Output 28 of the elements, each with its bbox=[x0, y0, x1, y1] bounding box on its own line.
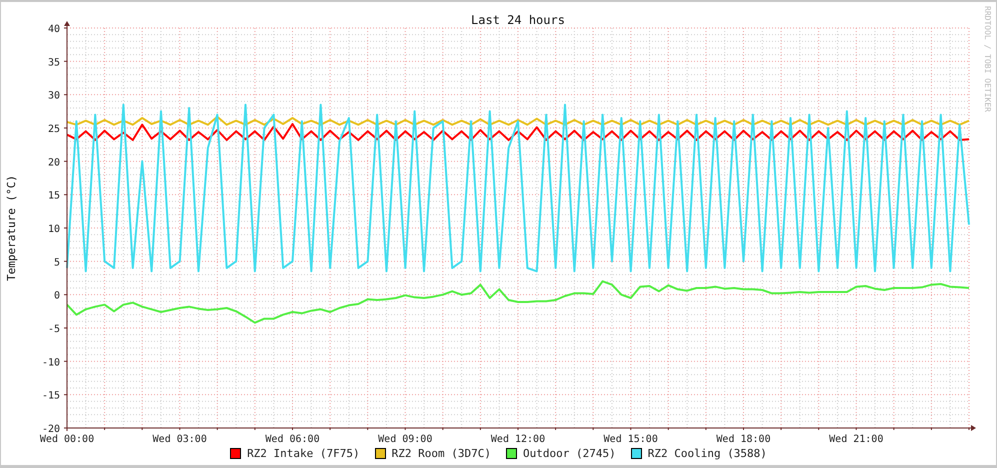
axis-label: Wed 03:00 bbox=[152, 434, 207, 445]
axis-label: Wed 09:00 bbox=[378, 434, 432, 445]
axis-label: Wed 15:00 bbox=[604, 434, 658, 445]
axis-label: Wed 06:00 bbox=[265, 434, 320, 445]
axis-label: 35 bbox=[48, 57, 60, 68]
axis-title: Temperature (°C) bbox=[5, 175, 18, 281]
credit-text: RRDTOOL / TOBI OETIKER bbox=[983, 6, 992, 112]
axis-label: 30 bbox=[48, 90, 60, 102]
axis-label: 0 bbox=[54, 290, 60, 302]
axis-label: 40 bbox=[48, 24, 60, 35]
legend-label: RZ2 Room (3D7C) bbox=[392, 446, 491, 460]
axis-label: Wed 00:00 bbox=[40, 434, 94, 445]
axis-label: -15 bbox=[42, 390, 60, 402]
axis-label: 10 bbox=[48, 224, 60, 235]
axis-label: 20 bbox=[48, 157, 60, 168]
axis-label: -10 bbox=[42, 357, 60, 368]
legend-label: RZ2 Intake (7F75) bbox=[247, 446, 360, 460]
axis-label: 15 bbox=[48, 190, 60, 202]
axis-label: Wed 21:00 bbox=[829, 434, 884, 445]
axis-label: 25 bbox=[48, 124, 60, 135]
axis-label: Wed 12:00 bbox=[490, 434, 546, 445]
axis-label: -5 bbox=[48, 324, 60, 335]
axis-label: Wed 18:00 bbox=[716, 434, 771, 445]
legend-label: Outdoor (2745) bbox=[523, 446, 616, 460]
axis-label: 5 bbox=[54, 257, 60, 268]
legend-label: RZ2 Cooling (3588) bbox=[648, 446, 767, 460]
axis-label: -20 bbox=[42, 424, 60, 435]
chart-title: Last 24 hours bbox=[471, 13, 565, 27]
